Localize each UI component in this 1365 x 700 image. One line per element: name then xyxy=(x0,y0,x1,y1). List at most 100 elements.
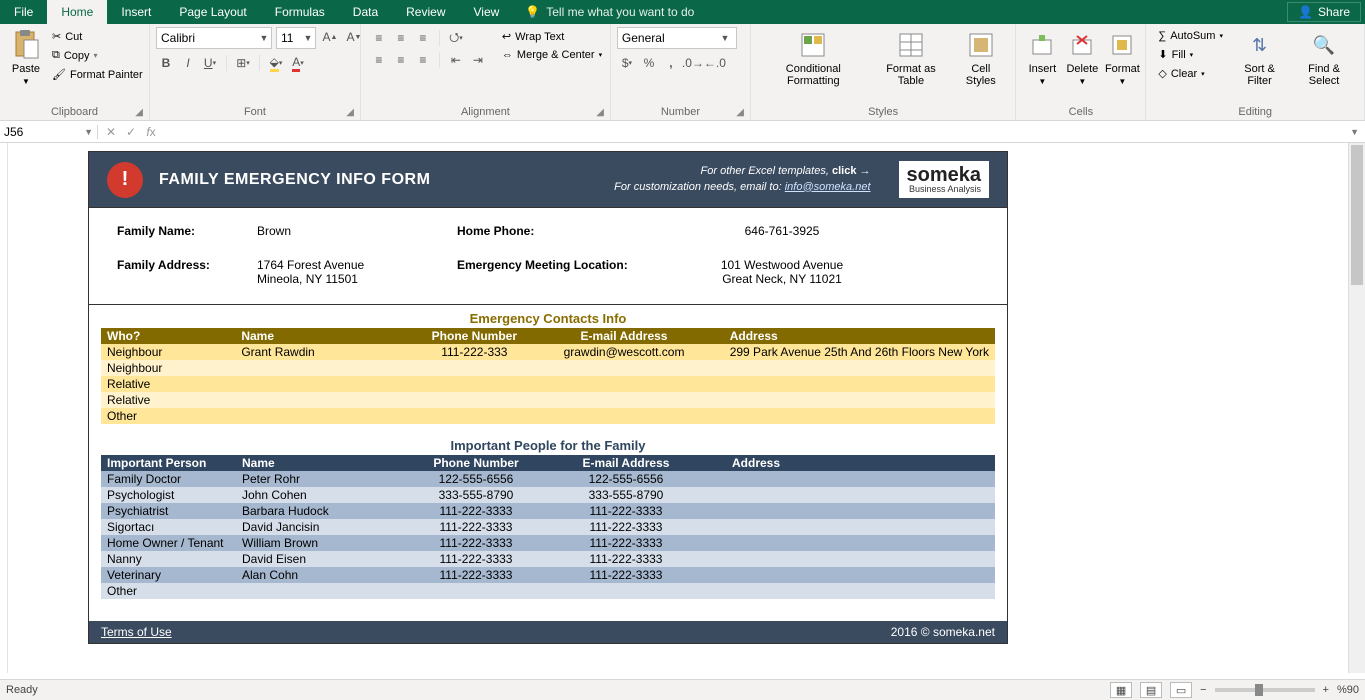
increase-indent-button[interactable]: ⇥ xyxy=(468,50,488,70)
table-row[interactable]: Relative xyxy=(101,392,995,408)
chevron-down-icon[interactable]: ▼ xyxy=(84,127,93,137)
copy-button[interactable]: ⧉Copy ▾ xyxy=(48,47,147,64)
cell-name[interactable]: Peter Rohr xyxy=(236,471,426,487)
home-phone-value[interactable]: 646-761-3925 xyxy=(657,224,907,238)
formula-input[interactable] xyxy=(164,124,1344,139)
cell-phone[interactable] xyxy=(426,583,526,599)
table-row[interactable]: PsychiatristBarbara Hudock111-222-333311… xyxy=(101,503,995,519)
table-row[interactable]: Other xyxy=(101,408,995,424)
cell-addr[interactable]: 299 Park Avenue 25th And 26th Floors New… xyxy=(724,344,995,360)
cell-name[interactable] xyxy=(236,583,426,599)
dialog-launch-icon[interactable]: ◢ xyxy=(135,107,143,118)
zoom-slider-knob[interactable] xyxy=(1255,684,1263,696)
format-painter-button[interactable]: 🖌Format Painter xyxy=(48,66,147,83)
important-people-table[interactable]: Important Person Name Phone Number E-mai… xyxy=(101,455,995,599)
cell-addr[interactable] xyxy=(726,503,995,519)
emergency-contacts-table[interactable]: Who? Name Phone Number E-mail Address Ad… xyxy=(101,328,995,424)
zoom-out-button[interactable]: − xyxy=(1200,684,1206,696)
clear-button[interactable]: ◇Clear ▾ xyxy=(1154,65,1227,82)
cell-who[interactable]: Relative xyxy=(101,376,235,392)
chevron-down-icon[interactable]: ▼ xyxy=(301,33,315,43)
cancel-formula-icon[interactable]: ✕ xyxy=(102,125,120,139)
tab-view[interactable]: View xyxy=(460,0,514,24)
cell-email[interactable]: 333-555-8790 xyxy=(526,487,726,503)
name-box[interactable]: ▼ xyxy=(0,125,98,139)
terms-link[interactable]: Terms of Use xyxy=(101,625,172,639)
format-as-table-button[interactable]: Format as Table xyxy=(870,27,952,89)
cell-who[interactable]: Home Owner / Tenant xyxy=(101,535,236,551)
cell-name[interactable]: Grant Rawdin xyxy=(235,344,424,360)
table-row[interactable]: NannyDavid Eisen111-222-3333111-222-3333 xyxy=(101,551,995,567)
cell-name[interactable] xyxy=(235,360,424,376)
cell-addr[interactable] xyxy=(724,392,995,408)
align-center-button[interactable]: ≡ xyxy=(391,50,411,70)
cell-email[interactable]: 111-222-3333 xyxy=(526,519,726,535)
cell-phone[interactable]: 333-555-8790 xyxy=(426,487,526,503)
cell-name[interactable]: David Jancisin xyxy=(236,519,426,535)
family-name-value[interactable]: Brown xyxy=(257,224,457,238)
decrease-indent-button[interactable]: ⇤ xyxy=(446,50,466,70)
cell-phone[interactable]: 111-222-3333 xyxy=(426,519,526,535)
format-cells-button[interactable]: Format▼ xyxy=(1102,27,1142,88)
number-format-combo[interactable]: ▼ xyxy=(617,27,737,49)
meeting-location-value[interactable]: 101 Westwood AvenueGreat Neck, NY 11021 xyxy=(657,258,907,286)
cell-who[interactable]: Other xyxy=(101,408,235,424)
family-address-value[interactable]: 1764 Forest AvenueMineola, NY 11501 xyxy=(257,258,457,286)
bold-button[interactable]: B xyxy=(156,53,176,73)
cell-who[interactable]: Other xyxy=(101,583,236,599)
cell-phone[interactable]: 111-222-333 xyxy=(424,344,524,360)
table-row[interactable]: SigortacıDavid Jancisin111-222-3333111-2… xyxy=(101,519,995,535)
cell-phone[interactable] xyxy=(424,376,524,392)
cell-email[interactable]: 122-555-6556 xyxy=(526,471,726,487)
share-button[interactable]: 👤 Share xyxy=(1287,2,1361,22)
dialog-launch-icon[interactable]: ◢ xyxy=(736,107,744,118)
cell-name[interactable]: John Cohen xyxy=(236,487,426,503)
align-right-button[interactable]: ≡ xyxy=(413,50,433,70)
merge-center-button[interactable]: ⇔Merge & Center ▾ xyxy=(498,47,606,63)
cell-name[interactable]: William Brown xyxy=(236,535,426,551)
italic-button[interactable]: I xyxy=(178,53,198,73)
borders-button[interactable]: ⊞▾ xyxy=(233,53,253,73)
cell-email[interactable] xyxy=(526,583,726,599)
increase-font-button[interactable]: A▲ xyxy=(320,27,340,47)
cell-phone[interactable]: 122-555-6556 xyxy=(426,471,526,487)
cell-who[interactable]: Family Doctor xyxy=(101,471,236,487)
table-row[interactable]: Neighbour xyxy=(101,360,995,376)
align-left-button[interactable]: ≡ xyxy=(369,50,389,70)
vertical-scrollbar[interactable] xyxy=(1348,143,1365,673)
tab-review[interactable]: Review xyxy=(392,0,459,24)
chevron-down-icon[interactable]: ▼ xyxy=(718,33,732,43)
font-color-button[interactable]: A▾ xyxy=(288,53,308,73)
cell-email[interactable] xyxy=(524,360,723,376)
cell-who[interactable]: Nanny xyxy=(101,551,236,567)
percent-button[interactable]: % xyxy=(639,53,659,73)
sort-filter-button[interactable]: ⇅Sort & Filter xyxy=(1229,27,1290,89)
cell-phone[interactable]: 111-222-3333 xyxy=(426,503,526,519)
orientation-button[interactable]: ⭯▾ xyxy=(446,28,466,48)
cell-addr[interactable] xyxy=(724,360,995,376)
delete-cells-button[interactable]: Delete▼ xyxy=(1062,27,1102,88)
zoom-slider[interactable] xyxy=(1215,688,1315,692)
align-top-button[interactable]: ≡ xyxy=(369,28,389,48)
cell-phone[interactable]: 111-222-3333 xyxy=(426,567,526,583)
paste-button[interactable]: Paste ▼ xyxy=(6,27,46,88)
table-row[interactable]: PsychologistJohn Cohen333-555-8790333-55… xyxy=(101,487,995,503)
cell-email[interactable]: 111-222-3333 xyxy=(526,503,726,519)
cell-email[interactable] xyxy=(524,392,723,408)
cell-addr[interactable] xyxy=(724,408,995,424)
font-size-input[interactable] xyxy=(277,31,301,45)
cell-name[interactable] xyxy=(235,376,424,392)
align-bottom-button[interactable]: ≡ xyxy=(413,28,433,48)
number-format-input[interactable] xyxy=(618,31,718,45)
table-row[interactable]: Other xyxy=(101,583,995,599)
accounting-format-button[interactable]: $▾ xyxy=(617,53,637,73)
cell-who[interactable]: Neighbour xyxy=(101,360,235,376)
chevron-down-icon[interactable]: ▼ xyxy=(257,33,271,43)
insert-cells-button[interactable]: Insert▼ xyxy=(1022,27,1062,88)
cell-addr[interactable] xyxy=(726,471,995,487)
underline-button[interactable]: U▾ xyxy=(200,53,220,73)
cell-addr[interactable] xyxy=(726,487,995,503)
cell-phone[interactable] xyxy=(424,392,524,408)
cell-who[interactable]: Veterinary xyxy=(101,567,236,583)
cell-name[interactable]: David Eisen xyxy=(236,551,426,567)
